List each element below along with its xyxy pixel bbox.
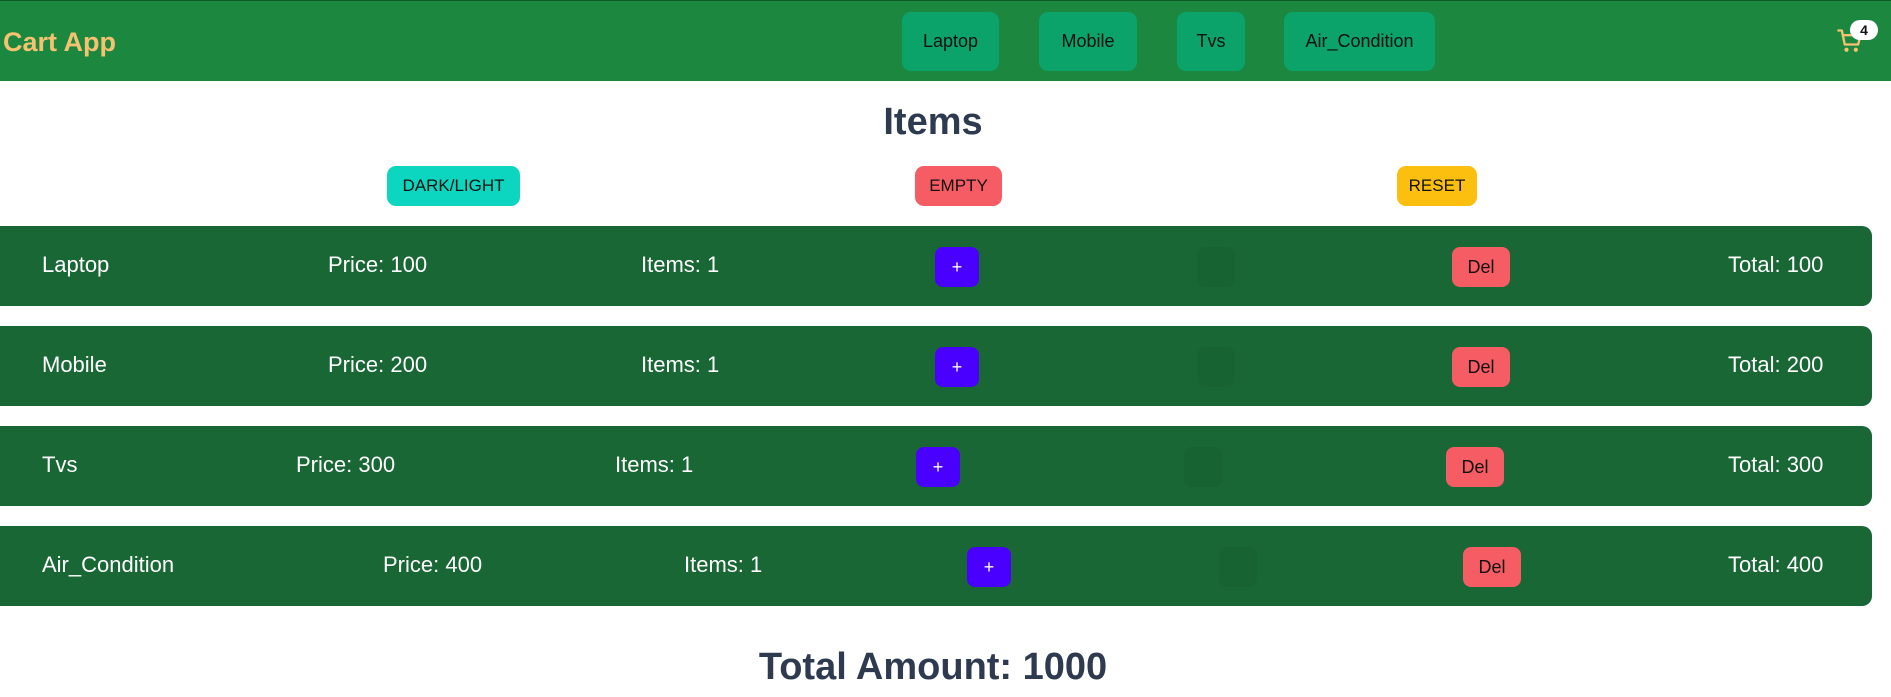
increment-button[interactable]: +: [916, 447, 960, 487]
decrement-button[interactable]: [1197, 347, 1235, 387]
item-price: Price: 200: [328, 352, 428, 377]
item-name: Tvs: [42, 452, 78, 477]
item-count: Items: 1: [641, 252, 720, 277]
delete-button[interactable]: Del: [1452, 247, 1510, 287]
nav-button-mobile[interactable]: Mobile: [1039, 12, 1137, 71]
decrement-button[interactable]: [1184, 447, 1222, 487]
reset-cart-button[interactable]: RESET: [1397, 166, 1477, 206]
item-total: Total: 400: [1728, 552, 1824, 577]
cart-row-air-condition: Air_Condition Price: 400 Items: 1 + Del …: [0, 526, 1872, 606]
increment-button[interactable]: +: [967, 547, 1011, 587]
item-price: Price: 300: [296, 452, 396, 477]
item-total: Total: 200: [1728, 352, 1824, 377]
empty-cart-button[interactable]: EMPTY: [915, 166, 1002, 206]
item-price: Price: 100: [328, 252, 428, 277]
item-total: Total: 100: [1728, 252, 1824, 277]
item-name: Laptop: [42, 252, 110, 277]
navbar: Cart App Laptop Mobile Tvs Air_Condition…: [0, 0, 1891, 81]
delete-button[interactable]: Del: [1446, 447, 1504, 487]
cart-count-badge: 4: [1850, 20, 1878, 40]
increment-button[interactable]: +: [935, 247, 979, 287]
delete-button[interactable]: Del: [1463, 547, 1521, 587]
cart-row-mobile: Mobile Price: 200 Items: 1 + Del Total: …: [0, 326, 1872, 406]
cart-row-tvs: Tvs Price: 300 Items: 1 + Del Total: 300: [0, 426, 1872, 506]
delete-button[interactable]: Del: [1452, 347, 1510, 387]
nav-button-laptop[interactable]: Laptop: [902, 12, 999, 71]
decrement-button[interactable]: [1219, 547, 1257, 587]
cart-row-laptop: Laptop Price: 100 Items: 1 + Del Total: …: [0, 226, 1872, 306]
decrement-button[interactable]: [1197, 247, 1235, 287]
item-total: Total: 300: [1728, 452, 1824, 477]
item-count: Items: 1: [684, 552, 763, 577]
item-name: Mobile: [42, 352, 107, 377]
item-price: Price: 400: [383, 552, 483, 577]
total-amount: Total Amount: 1000: [758, 646, 1108, 688]
app-title: Cart App: [3, 27, 116, 57]
page-title: Items: [883, 101, 983, 143]
item-count: Items: 1: [641, 352, 720, 377]
item-count: Items: 1: [615, 452, 694, 477]
increment-button[interactable]: +: [935, 347, 979, 387]
nav-button-air-condition[interactable]: Air_Condition: [1284, 12, 1435, 71]
nav-button-tvs[interactable]: Tvs: [1177, 12, 1245, 71]
item-name: Air_Condition: [42, 552, 175, 577]
dark-light-toggle-button[interactable]: DARK/LIGHT: [387, 166, 520, 206]
